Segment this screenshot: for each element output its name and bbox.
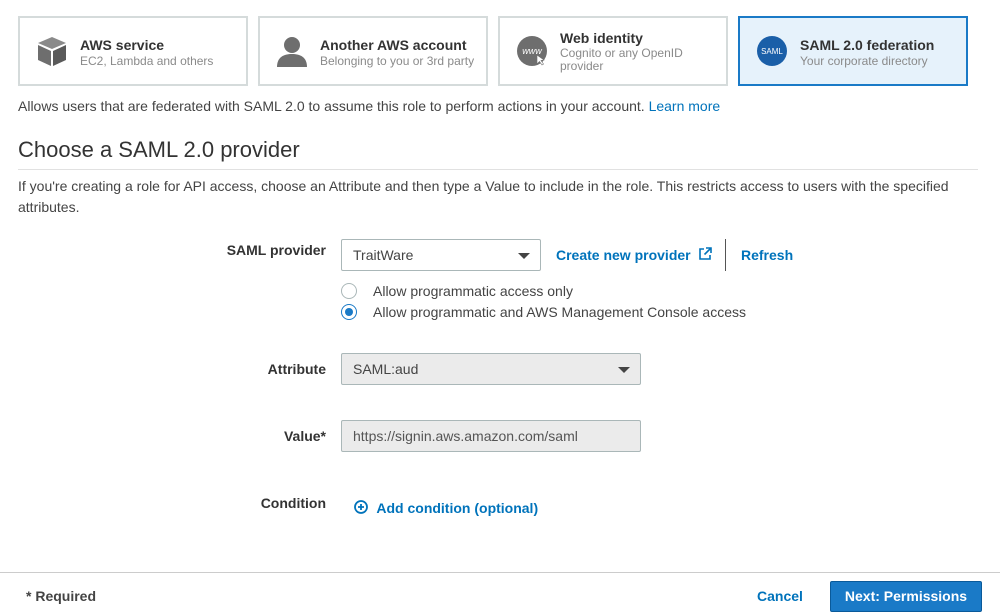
card-title: AWS service: [80, 37, 165, 53]
create-new-provider-link[interactable]: Create new provider: [556, 247, 712, 263]
radio-programmatic-only[interactable]: [341, 283, 357, 299]
create-provider-label: Create new provider: [556, 247, 691, 263]
radio-programmatic-and-console[interactable]: [341, 304, 357, 320]
value-label: Value*: [283, 428, 326, 444]
user-icon: [277, 37, 307, 67]
www-globe-icon: www: [517, 36, 547, 66]
section-title: Choose a SAML 2.0 provider: [18, 137, 300, 162]
value-field[interactable]: https://signin.aws.amazon.com/saml: [341, 420, 641, 452]
trust-type-card-saml-federation[interactable]: SAML SAML 2.0 federation Your corporate …: [738, 16, 968, 86]
card-subtitle: EC2, Lambda and others: [80, 54, 214, 68]
card-subtitle: Belonging to you or 3rd party: [320, 54, 475, 68]
chevron-down-icon: [618, 367, 630, 373]
link-separator: [725, 239, 726, 271]
description-text: Allows users that are federated with SAM…: [18, 98, 645, 114]
condition-label: Condition: [260, 495, 326, 511]
trust-type-card-web-identity[interactable]: www Web identity Cognito or any OpenID p…: [498, 16, 728, 86]
trust-type-card-aws-service[interactable]: AWS service EC2, Lambda and others: [18, 16, 248, 86]
trust-type-card-another-account[interactable]: Another AWS account Belonging to you or …: [258, 16, 488, 86]
card-title: Another AWS account: [320, 37, 467, 53]
section-divider: [18, 169, 978, 170]
external-link-icon: [698, 247, 712, 260]
radio-programmatic-only-label: Allow programmatic access only: [373, 283, 573, 299]
saml-icon: SAML: [757, 36, 787, 66]
card-subtitle: Your corporate directory: [800, 54, 928, 68]
saml-provider-select[interactable]: TraitWare: [341, 239, 541, 271]
footer-divider: [0, 572, 1000, 573]
attribute-value: SAML:aud: [353, 361, 419, 377]
cancel-button[interactable]: Cancel: [757, 588, 803, 604]
card-title: Web identity: [560, 30, 643, 46]
refresh-link[interactable]: Refresh: [741, 247, 793, 263]
saml-icon-text: SAML: [761, 47, 783, 56]
cube-icon: [38, 37, 66, 66]
saml-provider-label: SAML provider: [226, 242, 326, 258]
add-condition-link[interactable]: Add condition (optional): [354, 500, 538, 516]
www-icon-text: www: [522, 46, 542, 56]
radio-programmatic-and-console-label: Allow programmatic and AWS Management Co…: [373, 304, 746, 320]
section-help-text: If you're creating a role for API access…: [18, 178, 949, 215]
next-permissions-button[interactable]: Next: Permissions: [830, 581, 982, 612]
saml-provider-value: TraitWare: [353, 247, 414, 263]
card-title: SAML 2.0 federation: [800, 37, 935, 53]
learn-more-link[interactable]: Learn more: [649, 98, 721, 114]
attribute-label: Attribute: [267, 361, 326, 377]
chevron-down-icon: [518, 253, 530, 259]
card-subtitle: Cognito or any OpenID provider: [560, 46, 683, 73]
trust-type-description: Allows users that are federated with SAM…: [18, 98, 720, 114]
plus-circle-icon: [354, 500, 368, 514]
add-condition-label: Add condition (optional): [376, 500, 539, 516]
required-note: * Required: [26, 588, 97, 604]
attribute-select[interactable]: SAML:aud: [341, 353, 641, 385]
